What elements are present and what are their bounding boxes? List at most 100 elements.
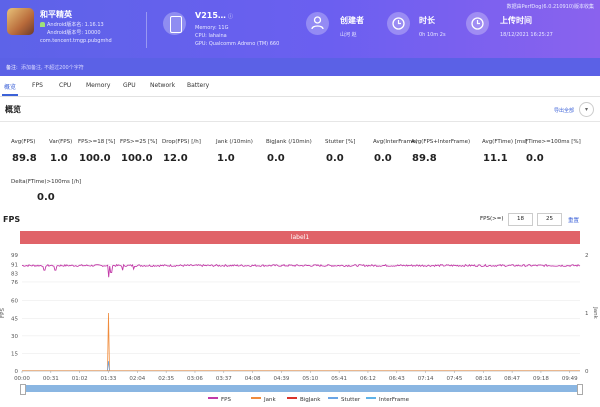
x-tick-label: 06:43 (389, 376, 405, 382)
device-gpu: GPU: Qualcomm Adreno (TM) 660 (195, 41, 280, 47)
reset-button[interactable]: 重置 (568, 216, 579, 224)
duration-value: 0h 10m 2s (419, 32, 446, 38)
x-tick-label: 08:47 (504, 376, 520, 382)
legend-swatch (251, 397, 261, 399)
scrollbar-range[interactable] (22, 385, 581, 392)
x-tick-label: 09:18 (533, 376, 549, 382)
legend-item[interactable]: BigJank (287, 397, 320, 403)
metric-value: 1.0 (50, 153, 68, 164)
clock-icon (392, 17, 405, 30)
tab-memory[interactable]: Memory (86, 82, 110, 89)
metric-label: Avg(FPS) (11, 139, 36, 145)
x-tick-label: 06:12 (360, 376, 376, 382)
android-version-code: Android版本号: 10000 (47, 30, 101, 36)
y-tick-label: 91 (11, 262, 18, 268)
android-version-name: Android版本名: 1.16.13 (47, 22, 104, 28)
legend-swatch (328, 397, 338, 399)
android-icon (40, 22, 45, 27)
y-tick-label: 30 (11, 334, 18, 340)
x-tick-label: 02:04 (129, 376, 145, 382)
phone-icon (170, 16, 182, 33)
package-name: com.tencent.tmgp.pubgmhd (40, 38, 112, 44)
metric-value: 0.0 (267, 153, 285, 164)
x-tick-label: 07:45 (447, 376, 463, 382)
tab-gpu[interactable]: GPU (123, 82, 136, 89)
info-icon: ⓘ (228, 14, 234, 20)
metric-label: Jank (/10min) (216, 139, 253, 145)
tab-cpu[interactable]: CPU (59, 82, 71, 89)
note-input[interactable]: 添加备注, 不超过200个字符 (21, 64, 84, 71)
device-memory: Memory: 11G (195, 25, 229, 31)
scrollbar-handle-left[interactable] (20, 384, 26, 395)
y-tick-label: 0 (15, 369, 19, 375)
tab-network[interactable]: Network (150, 82, 175, 89)
active-tab-indicator (2, 94, 18, 96)
metric-value: 0.0 (526, 153, 544, 164)
note-bar[interactable]: 备注: 添加备注, 不超过200个字符 (0, 58, 600, 76)
device-cpu: CPU: lahaina (195, 33, 227, 39)
legend-swatch (287, 397, 297, 399)
metric-value: 1.0 (217, 153, 235, 164)
upload-clock-icon (471, 17, 484, 30)
tool-version: 数据由PerfDog(6.0.210910)版本收集 (506, 4, 594, 10)
fps-threshold-input-2[interactable]: 25 (537, 213, 562, 226)
fps-chart[interactable]: 0 15 30 45 60 76 91 99 83 0 1 2 FPS Jank 00:00 00:31 01:… (0, 248, 600, 382)
x-tick-label: 02:35 (158, 376, 174, 382)
legend-item[interactable]: FPS (208, 397, 231, 403)
segment-label-bar[interactable]: label1 (20, 231, 580, 244)
metric-label: Avg(FTime) [ms] (482, 139, 528, 145)
legend-label: InterFrame (379, 397, 410, 403)
metric-value: 100.0 (121, 153, 153, 164)
metric-label: Stutter [%] (325, 139, 356, 145)
y-tick-label: 15 (11, 351, 18, 357)
metric-value: 89.8 (412, 153, 437, 164)
x-tick-label: 08:16 (475, 376, 491, 382)
metric-label: FPS>=25 [%] (120, 139, 158, 145)
x-tick-label: 03:06 (187, 376, 203, 382)
legend-item[interactable]: InterFrame (366, 397, 409, 403)
metric-value: 11.1 (483, 153, 508, 164)
y2-tick-label: 0 (585, 369, 589, 375)
chart-legend: FPS Jank BigJank Stutter InterFrame (0, 396, 600, 407)
legend-swatch (208, 397, 218, 399)
fps-threshold-input-1[interactable]: 18 (508, 213, 533, 226)
legend-label: BigJank (300, 397, 321, 403)
app-icon (7, 8, 34, 35)
metric-label: FTime>=100ms [%] (525, 139, 581, 145)
legend-item[interactable]: Stutter (328, 397, 360, 403)
y-tick-label: 76 (11, 280, 18, 286)
duration-label: 时长 (419, 16, 435, 25)
upload-label: 上传时间 (500, 16, 532, 25)
metric-value: 12.0 (163, 153, 188, 164)
x-tick-label: 09:49 (562, 376, 578, 382)
legend-item[interactable]: Jank (251, 397, 276, 403)
metric-value: 0.0 (326, 153, 344, 164)
metric-value: 89.8 (12, 153, 37, 164)
chevron-down-icon[interactable]: ▾ (579, 102, 594, 117)
fps-panel-title: FPS (3, 215, 21, 224)
creator-label: 创建者 (340, 16, 364, 25)
device-specs: Memory: 11G CPU: lahaina GPU: Qualcomm A… (195, 24, 279, 48)
app-name: 和平精英 (40, 10, 72, 19)
device-name: V215… (195, 11, 226, 20)
tab-fps[interactable]: FPS (32, 82, 43, 89)
x-tick-label: 04:08 (245, 376, 261, 382)
x-tick-label: 01:33 (101, 376, 117, 382)
tab-battery[interactable]: Battery (187, 82, 209, 89)
creator-value: 山河 赵 (340, 32, 357, 38)
metric-label: BigJank (/10min) (266, 139, 312, 145)
y2-tick-label: 2 (585, 253, 589, 259)
tab-bar: 概览 FPS CPU Memory GPU Network Battery (0, 76, 600, 97)
metric-value: 0.0 (374, 153, 392, 164)
x-tick-label: 04:39 (274, 376, 290, 382)
user-icon (311, 16, 324, 30)
note-label: 备注: (6, 65, 18, 71)
divider (0, 121, 600, 122)
tab-overview[interactable]: 概览 (4, 82, 16, 91)
timeline-scrollbar[interactable] (20, 384, 583, 395)
metric-label: Delta(FTime)>100ms [/h] (11, 179, 82, 185)
y2-tick-label: 1 (585, 311, 589, 317)
y-tick-label: 45 (11, 316, 18, 322)
export-all-button[interactable]: 导出全部 (554, 107, 574, 114)
scrollbar-handle-right[interactable] (577, 384, 583, 395)
